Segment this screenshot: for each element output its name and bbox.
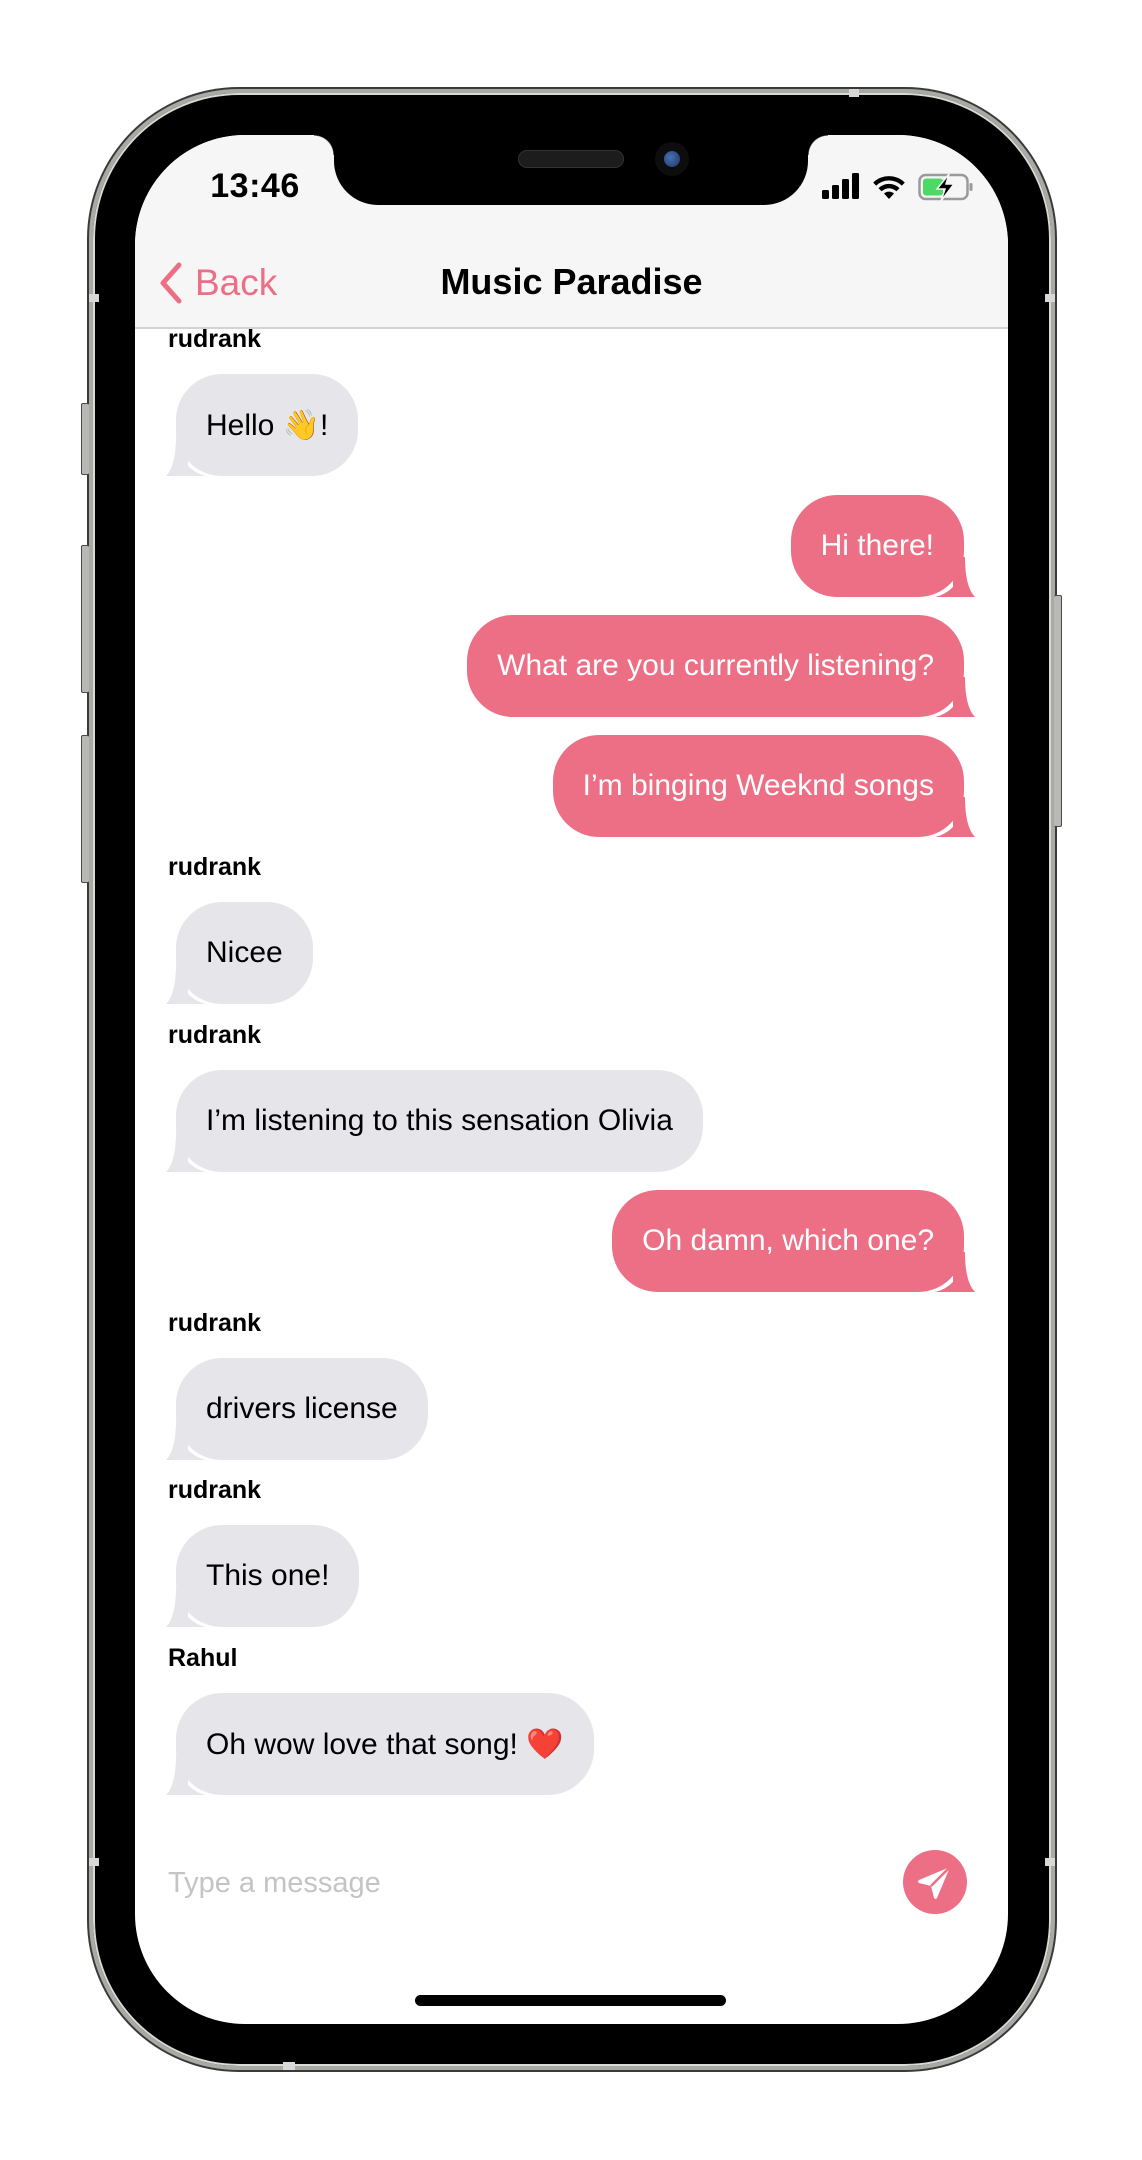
wifi-icon [873,176,905,199]
message-bubble-incoming[interactable]: This one! [166,1525,360,1627]
message-bubble-outgoing[interactable]: What are you currently listening? [467,615,975,717]
message-text: I’m binging Weeknd songs [582,769,934,802]
bubble-tail [166,436,206,476]
bubble-tail [166,1587,206,1627]
front-camera [655,142,689,176]
home-indicator[interactable] [415,1995,726,2006]
page-title: Music Paradise [440,261,703,302]
antenna-band [1045,294,1055,302]
message-text: drivers license [206,1392,398,1425]
bubble-tail [166,1132,206,1172]
antenna-band [849,89,859,97]
phone-screen: 13:46 Back Music Paradise rudrank Hello … [135,135,1008,2024]
message-bubble-incoming[interactable]: I’m listening to this sensation Olivia [166,1070,703,1172]
sender-name: rudrank [168,325,262,353]
message-text: Hi there! [820,529,934,562]
message-text: Nicee [206,936,283,969]
bubble-tail [935,677,975,717]
message-text: What are you currently listening? [497,649,934,682]
sender-name: Rahul [168,1644,238,1672]
message-input[interactable] [168,1861,868,1905]
sender-name: rudrank [168,1476,262,1504]
sender-name: rudrank [168,1309,262,1337]
mute-switch [81,403,89,475]
bubble-tail [935,797,975,837]
signal-icon [822,173,864,199]
sender-name: rudrank [168,1021,262,1049]
message-bubble-incoming[interactable]: drivers license [166,1358,428,1460]
antenna-band [89,294,99,302]
earpiece-speaker [518,150,624,168]
volume-down-button [81,735,89,883]
battery-charging-icon [918,173,973,201]
status-time: 13:46 [210,167,300,205]
antenna-band [89,1858,99,1866]
message-bubble-outgoing[interactable]: Hi there! [790,495,975,597]
message-text: I’m listening to this sensation Olivia [206,1104,673,1137]
message-text: Hello 👋! [206,408,329,442]
bubble-tail [935,1252,975,1292]
power-button [1054,595,1062,827]
sender-name: rudrank [168,853,262,881]
message-bubble-incoming[interactable]: Nicee [166,902,313,1004]
message-text: Oh wow love that song! ❤️ [206,1727,564,1761]
send-button[interactable] [903,1850,967,1914]
paper-plane-icon [918,1866,951,1899]
notch [314,135,828,205]
bubble-tail [935,557,975,597]
bubble-tail [166,1420,206,1460]
message-text: This one! [206,1559,330,1592]
message-bubble-incoming[interactable]: Oh wow love that song! ❤️ [166,1693,594,1795]
message-bubble-outgoing[interactable]: I’m binging Weeknd songs [552,735,975,837]
message-text: Oh damn, which one? [642,1224,934,1257]
bubble-tail [166,1755,206,1795]
message-bubble-incoming[interactable]: Hello 👋! [166,374,359,476]
volume-up-button [81,545,89,693]
antenna-band [1045,1858,1055,1866]
antenna-band [283,2062,295,2070]
bubble-tail [166,964,206,1004]
message-bubble-outgoing[interactable]: Oh damn, which one? [612,1190,975,1292]
